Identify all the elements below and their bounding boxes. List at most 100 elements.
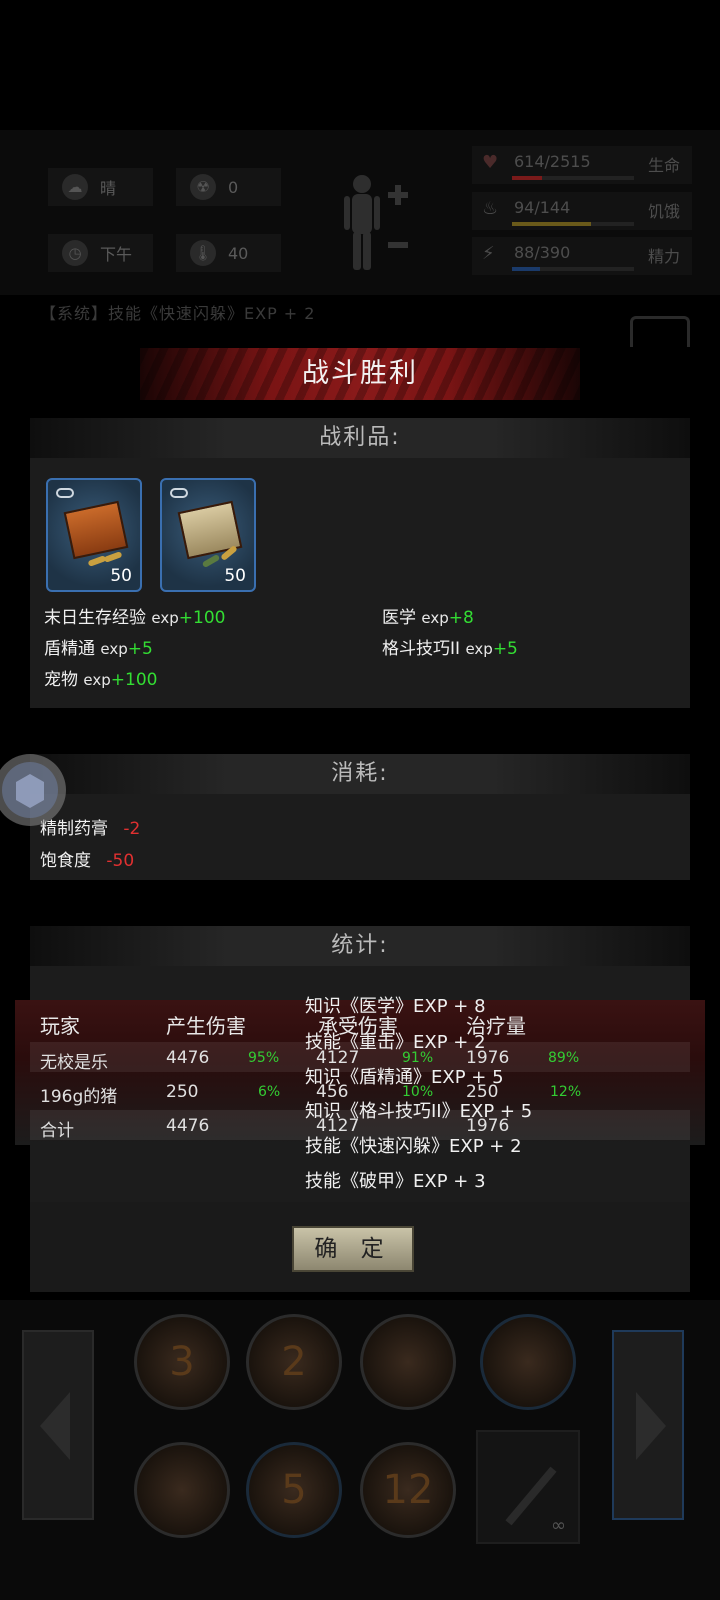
- link-icon: [56, 488, 74, 498]
- confirm-button[interactable]: 确 定: [292, 1226, 414, 1272]
- skill-bar-next-button[interactable]: [612, 1330, 684, 1520]
- temperature-cell: 🌡 40: [176, 234, 281, 272]
- exp-log-line: 知识《格斗技巧II》EXP + 5: [305, 1101, 533, 1122]
- skill-slot[interactable]: 2: [246, 1314, 342, 1410]
- exp-value: +100: [178, 608, 226, 628]
- column-header-damage: 产生伤害: [166, 1014, 246, 1038]
- exp-gain-item: 盾精通 exp+5: [44, 634, 153, 659]
- skill-slot[interactable]: [480, 1314, 576, 1410]
- consumption-value: -2: [123, 819, 141, 839]
- exp-unit: exp: [83, 671, 111, 689]
- table-cell-player: 合计: [40, 1121, 74, 1141]
- table-cell-player: 196g的猪: [40, 1087, 118, 1107]
- exp-unit: exp: [100, 640, 128, 658]
- item-quantity: 50: [224, 566, 246, 586]
- loot-item-slot[interactable]: 50: [160, 478, 256, 592]
- weapon-slot[interactable]: ∞: [476, 1430, 580, 1544]
- heart-icon: ♥: [482, 152, 499, 173]
- exp-log-line: 知识《盾精通》EXP + 5: [305, 1067, 504, 1088]
- skill-slot[interactable]: 12: [360, 1442, 456, 1538]
- skill-slot[interactable]: 3: [134, 1314, 230, 1410]
- exp-skill-name: 宠物: [44, 670, 78, 690]
- exp-log-line: 知识《医学》EXP + 8: [305, 996, 486, 1017]
- exp-unit: exp: [421, 609, 449, 627]
- table-cell-damage-pct: 6%: [258, 1084, 281, 1100]
- exp-skill-name: 医学: [382, 608, 416, 628]
- energy-icon: ⚡: [482, 243, 495, 264]
- time-cell: ◷ 下午: [48, 234, 153, 272]
- table-cell-damage: 4476: [166, 1048, 210, 1068]
- time-value: 下午: [100, 245, 133, 264]
- consumption-header: 消耗:: [30, 754, 690, 794]
- exp-log-line: 技能《破甲》EXP + 3: [305, 1171, 486, 1192]
- life-stat: ♥ 614/2515 生命: [472, 146, 692, 184]
- life-bar: [512, 176, 634, 180]
- stomach-icon: ♨: [482, 198, 499, 219]
- hunger-value: 94/144: [514, 198, 571, 217]
- exp-gain-item: 末日生存经验 exp+100: [44, 603, 225, 628]
- skill-slot[interactable]: [360, 1314, 456, 1410]
- skill-slot[interactable]: [134, 1442, 230, 1538]
- table-cell-damage: 4476: [166, 1116, 210, 1136]
- exp-skill-name: 格斗技巧II: [382, 639, 461, 659]
- body-status-icon[interactable]: [340, 172, 410, 272]
- bullet-icon: [103, 551, 123, 563]
- skill-bar-prev-button[interactable]: [22, 1330, 94, 1520]
- energy-value: 88/390: [514, 243, 571, 262]
- exp-gain-item: 格斗技巧II exp+5: [382, 634, 518, 659]
- weather-icon: ☁: [62, 174, 88, 200]
- energy-label: 精力: [648, 247, 681, 266]
- loot-item-slot[interactable]: 50: [46, 478, 142, 592]
- column-header-player: 玩家: [40, 1014, 80, 1038]
- table-cell-damage: 250: [166, 1082, 199, 1102]
- modal-title: 战斗胜利: [302, 358, 418, 389]
- exp-gain-item: 医学 exp+8: [382, 603, 474, 628]
- weather-value: 晴: [100, 179, 117, 198]
- weather-cell: ☁ 晴: [48, 168, 153, 206]
- thermometer-icon: 🌡: [190, 240, 216, 266]
- energy-stat: ⚡ 88/390 精力: [472, 237, 692, 275]
- stats-header: 统计:: [30, 926, 690, 966]
- item-quantity: 50: [110, 566, 132, 586]
- chevron-right-icon: [636, 1392, 666, 1460]
- link-icon: [170, 488, 188, 498]
- exp-log-line: 技能《重击》EXP + 2: [305, 1032, 486, 1053]
- floating-assistant-button[interactable]: [0, 738, 74, 842]
- life-value: 614/2515: [514, 152, 591, 171]
- energy-bar: [512, 267, 634, 271]
- clock-icon: ◷: [62, 240, 88, 266]
- exp-skill-name: 盾精通: [44, 639, 95, 659]
- table-cell-player: 无校是乐: [40, 1053, 108, 1073]
- hunger-label: 饥饿: [648, 202, 681, 221]
- background-log-line: 【系统】技能《快速闪躲》EXP + 2: [40, 304, 316, 323]
- exp-value: +8: [448, 608, 474, 628]
- radiation-icon: ☢: [190, 174, 216, 200]
- exp-unit: exp: [151, 609, 179, 627]
- radiation-cell: ☢ 0: [176, 168, 281, 206]
- exp-value: +5: [127, 639, 153, 659]
- radiation-value: 0: [228, 177, 239, 197]
- machete-icon: [505, 1466, 557, 1526]
- consumption-item: 饱食度 -50: [40, 846, 134, 871]
- exp-unit: exp: [465, 640, 493, 658]
- table-cell-heal-pct: 89%: [548, 1050, 580, 1066]
- hunger-bar: [512, 222, 634, 226]
- consumption-value: -50: [106, 851, 135, 871]
- weapon-durability: ∞: [551, 1515, 566, 1536]
- exp-gain-item: 宠物 exp+100: [44, 665, 157, 690]
- skill-slot[interactable]: 5: [246, 1442, 342, 1538]
- life-label: 生命: [648, 156, 681, 175]
- loot-header: 战利品:: [30, 418, 690, 458]
- chat-icon[interactable]: [630, 316, 690, 347]
- exp-skill-name: 末日生存经验: [44, 608, 146, 628]
- bullet-icon: [201, 553, 221, 569]
- table-cell-heal-pct: 12%: [550, 1084, 582, 1100]
- table-cell-damage-pct: 95%: [248, 1050, 280, 1066]
- temperature-value: 40: [228, 243, 249, 263]
- consumption-name: 饱食度: [40, 851, 91, 871]
- ammo-box-icon: [63, 500, 129, 560]
- exp-value: +100: [110, 670, 158, 690]
- hunger-stat: ♨ 94/144 饥饿: [472, 192, 692, 230]
- exp-log-line: 技能《快速闪躲》EXP + 2: [305, 1136, 522, 1157]
- exp-value: +5: [492, 639, 518, 659]
